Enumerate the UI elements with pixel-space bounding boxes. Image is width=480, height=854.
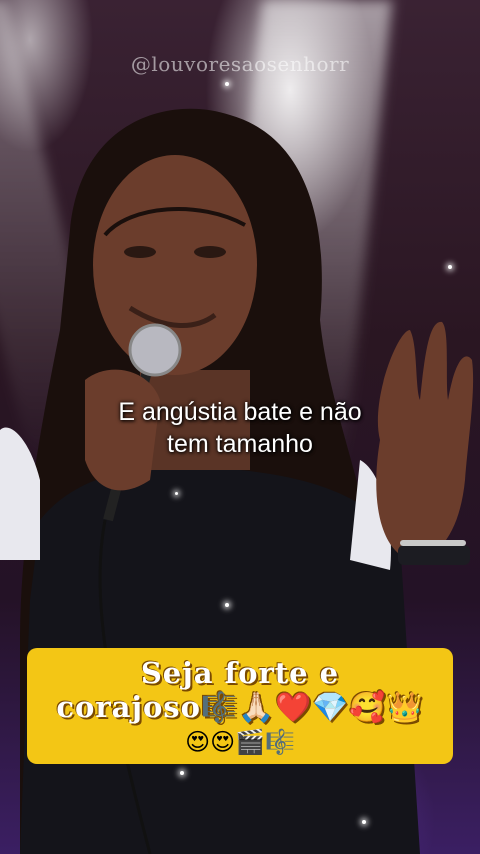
caption-line: Seja forte e bbox=[140, 656, 340, 690]
sparkle bbox=[180, 771, 184, 775]
sparkle bbox=[175, 492, 178, 495]
video-frame: @louvoresaosenhorr E angústia bate e não… bbox=[0, 0, 480, 854]
sparkle bbox=[225, 603, 229, 607]
caption-line: corajoso🎼🙏🏻❤️💎🥰👑 bbox=[56, 690, 424, 724]
lyric-subtitle: E angústia bate e não tem tamanho bbox=[60, 396, 420, 460]
sparkle bbox=[225, 82, 229, 86]
sparkle bbox=[448, 265, 452, 269]
lyric-line: E angústia bate e não bbox=[118, 398, 362, 426]
watermark-handle: @louvoresaosenhorr bbox=[130, 52, 350, 76]
caption-emoji-line: 😍😍🎬🎼 bbox=[185, 728, 295, 756]
lyric-line: tem tamanho bbox=[167, 430, 313, 458]
sparkle bbox=[362, 820, 366, 824]
